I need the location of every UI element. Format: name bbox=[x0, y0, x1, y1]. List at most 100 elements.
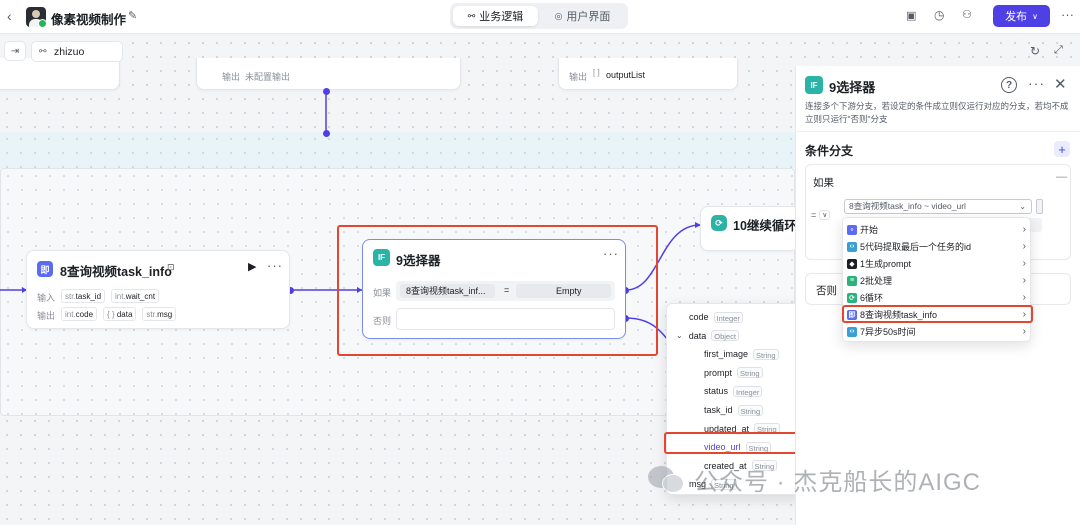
input-list: str.task_id int.wait_cnt bbox=[61, 289, 160, 303]
chevron-down-icon: ⌄ bbox=[1019, 202, 1026, 211]
remove-branch-icon[interactable]: — bbox=[1056, 171, 1067, 183]
param-name: task_id bbox=[75, 292, 102, 301]
node-title: 9选择器 bbox=[396, 254, 441, 268]
dropdown-item[interactable]: ◆ 1生成prompt › bbox=[843, 255, 1030, 272]
type-tag: int. bbox=[115, 292, 126, 301]
variable-tree-row[interactable]: task_id String bbox=[667, 402, 764, 418]
variable-tree-row[interactable]: prompt String bbox=[667, 365, 763, 381]
param-name: code bbox=[75, 310, 94, 319]
node-select-dropdown[interactable]: ⚬ 开始 › ‹› 5代码提取最后一个任务的id › ◆ 1生成prompt › ≡ 2批处理 › ⟳ 6… bbox=[842, 217, 1031, 342]
wechat-icon bbox=[648, 465, 686, 494]
variable-type-tag: Integer bbox=[733, 385, 763, 397]
port-dot[interactable] bbox=[323, 130, 330, 137]
tab-label: 用户界面 bbox=[566, 11, 611, 23]
history-icon[interactable]: ◷ bbox=[934, 8, 944, 22]
mode-switch: ⚯ 业务逻辑 ◎ 用户界面 bbox=[450, 3, 628, 29]
variable-type-tag: Object bbox=[711, 330, 739, 342]
if-icon: IF bbox=[373, 249, 390, 266]
output-label: 输出 bbox=[37, 311, 56, 321]
variable-type-tag: Integer bbox=[713, 311, 743, 323]
dropdown-item[interactable]: ‹› 5代码提取最后一个任务的id › bbox=[843, 238, 1030, 255]
ui-icon: ◎ bbox=[554, 10, 563, 21]
publish-button[interactable]: 发布 ∨ bbox=[993, 5, 1050, 27]
condition-right: Empty bbox=[516, 284, 611, 298]
add-branch-button[interactable]: + bbox=[1054, 141, 1070, 157]
store-icon: ⊡ bbox=[167, 262, 175, 272]
chevron-right-icon: › bbox=[1022, 224, 1026, 235]
watermark-text: 公众号 · 杰克船长的AIGC bbox=[694, 469, 982, 496]
chevron-down-icon[interactable]: ⌄ bbox=[676, 331, 683, 340]
task-info-node[interactable]: 即 8查询视频task_info ⊡ ▶ ··· 输入 str.task_id … bbox=[26, 250, 290, 329]
more-icon[interactable]: ··· bbox=[267, 258, 283, 273]
panel-title: 9选择器 bbox=[829, 80, 876, 95]
close-icon[interactable]: ✕ bbox=[1054, 75, 1067, 93]
dropdown-item-label: 6循环 bbox=[860, 293, 884, 303]
selector-node[interactable]: IF 9选择器 ··· 如果 8查询视频task_inf... = Empty … bbox=[362, 239, 626, 339]
variable-tree-row[interactable]: first_image String bbox=[667, 346, 779, 362]
loop-icon: ⟳ bbox=[847, 292, 857, 303]
save-icon[interactable]: ▣ bbox=[906, 9, 916, 22]
variable-select[interactable]: 8查询视频task_info ~ video_url ⌄ bbox=[844, 199, 1032, 214]
operator-select[interactable]: = ∨ bbox=[811, 208, 841, 222]
more-icon[interactable]: ··· bbox=[1028, 75, 1045, 91]
llm-icon: ◆ bbox=[847, 258, 857, 269]
output-list: int.code { } data str.msg bbox=[61, 307, 177, 321]
input-label: 输入 bbox=[37, 293, 56, 303]
start-icon: ⚬ bbox=[847, 224, 857, 235]
loop-icon: ⟳ bbox=[711, 215, 727, 231]
else-row[interactable] bbox=[396, 308, 615, 330]
top-bar: ‹ 像素视频制作 ✎ ⚯ 业务逻辑 ◎ 用户界面 ▣ ◷ ⚇ 发布 ∨ ··· bbox=[0, 0, 1080, 34]
back-icon[interactable]: ‹ bbox=[7, 8, 12, 24]
variable-tree-row[interactable]: ⌄ data Object bbox=[667, 328, 739, 344]
dropdown-item[interactable]: ⚬ 开始 › bbox=[843, 221, 1030, 238]
port-dot[interactable] bbox=[323, 88, 330, 95]
variable-tree-row[interactable]: code Integer bbox=[667, 309, 743, 325]
chevron-right-icon: › bbox=[1022, 292, 1026, 303]
dropdown-item[interactable]: ≡ 2批处理 › bbox=[843, 272, 1030, 289]
code-icon: ‹› bbox=[847, 241, 857, 252]
dropdown-item[interactable]: ⟳ 6循环 › bbox=[843, 289, 1030, 306]
chevron-right-icon: › bbox=[1022, 275, 1026, 286]
variable-value: 8查询视频task_info ~ video_url bbox=[849, 201, 966, 211]
chevron-down-icon: ∨ bbox=[1032, 11, 1038, 21]
help-icon[interactable]: ? bbox=[1001, 77, 1017, 93]
value-input[interactable] bbox=[1036, 199, 1043, 214]
variable-name: first_image bbox=[704, 349, 749, 360]
loop-continue-node[interactable]: ⟳ 10继续循环 bbox=[700, 206, 800, 251]
variable-tree-row[interactable]: status Integer bbox=[667, 383, 763, 399]
chevron-right-icon: › bbox=[1022, 326, 1026, 337]
workflow-name: zhizuo bbox=[54, 46, 85, 58]
if-label: 如果 bbox=[813, 177, 834, 189]
param-name: wait_cnt bbox=[125, 292, 156, 301]
collapse-sidebar-icon[interactable]: ⇥ bbox=[4, 41, 26, 61]
variable-name: task_id bbox=[704, 405, 733, 415]
edit-icon[interactable]: ✎ bbox=[128, 9, 137, 22]
run-icon[interactable]: ▶ bbox=[248, 260, 256, 273]
if-label: 如果 bbox=[373, 288, 392, 298]
dropdown-item-label: 5代码提取最后一个任务的id bbox=[860, 242, 972, 252]
operator-symbol: = bbox=[811, 210, 817, 220]
workflow-name-chip[interactable]: ⚯ zhizuo bbox=[31, 41, 123, 62]
dropdown-item[interactable]: ‹› 7异步50s时间 › bbox=[843, 323, 1030, 340]
type-tag: str. bbox=[65, 292, 76, 301]
variable-name: code bbox=[689, 312, 709, 322]
condition-row[interactable]: 8查询视频task_inf... = Empty bbox=[396, 281, 615, 301]
type-tag: int. bbox=[65, 310, 76, 319]
expand-icon[interactable]: ⤢ bbox=[1054, 44, 1063, 57]
panel-description: 连接多个下游分支，若设定的条件成立则仅运行对应的分支，若均不成立则只运行"否则"… bbox=[805, 101, 1069, 124]
more-icon[interactable]: ··· bbox=[1061, 7, 1074, 22]
tab-business-logic[interactable]: ⚯ 业务逻辑 bbox=[453, 6, 538, 26]
chevron-right-icon: › bbox=[1022, 258, 1026, 269]
more-icon[interactable]: ··· bbox=[603, 246, 619, 261]
flow-icon: ⚯ bbox=[467, 10, 476, 21]
type-tag: str. bbox=[146, 310, 158, 319]
variable-name: status bbox=[704, 386, 729, 397]
else-label: 否则 bbox=[816, 285, 837, 297]
batch-icon: ≡ bbox=[847, 275, 857, 286]
variable-type-tag: String bbox=[737, 367, 763, 379]
refresh-icon[interactable]: ↻ bbox=[1030, 44, 1040, 58]
node-title: 10继续循环 bbox=[733, 219, 797, 233]
tab-user-interface[interactable]: ◎ 用户界面 bbox=[540, 6, 625, 26]
node-title: 8查询视频task_info bbox=[60, 265, 172, 279]
team-icon[interactable]: ⚇ bbox=[962, 8, 972, 21]
